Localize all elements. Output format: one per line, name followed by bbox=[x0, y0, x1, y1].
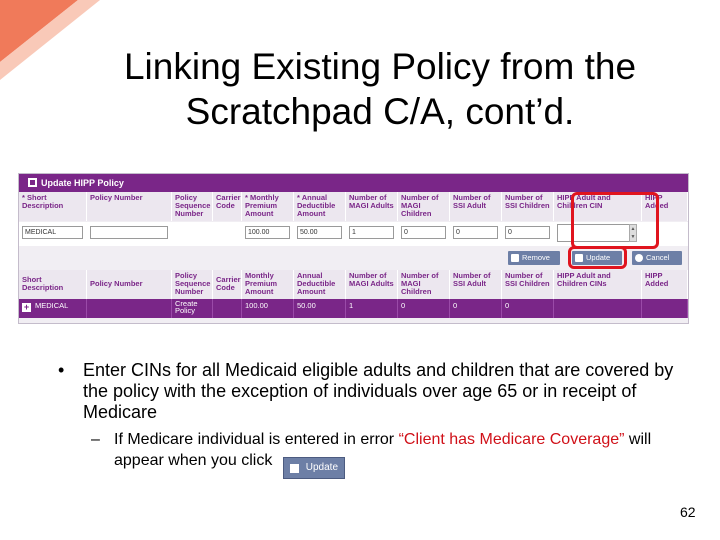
col-header: Carrier Code bbox=[213, 270, 242, 299]
col-header: Policy Number bbox=[87, 270, 172, 299]
hipp-policy-screenshot: Update HIPP Policy * Short Description P… bbox=[18, 173, 689, 324]
col-header: * Annual Deductible Amount bbox=[294, 192, 346, 221]
short-description-input[interactable]: MEDICAL bbox=[22, 226, 83, 239]
col-header: Number of MAGI Children bbox=[398, 270, 450, 299]
medicare-warning-text: “Client has Medicare Coverage” bbox=[398, 431, 625, 448]
row-carrier bbox=[213, 299, 242, 318]
row-magi-children: 0 bbox=[398, 299, 450, 318]
inline-update-button: Update bbox=[282, 457, 345, 479]
col-header: * Short Description bbox=[19, 192, 87, 221]
cancel-icon bbox=[635, 254, 643, 262]
col-header: Annual Deductible Amount bbox=[294, 270, 346, 299]
magi-adults-input[interactable]: 1 bbox=[349, 226, 394, 239]
col-header: Policy Sequence Number bbox=[172, 192, 213, 221]
row-annual-deductible: 50.00 bbox=[294, 299, 346, 318]
col-header: Policy Number bbox=[87, 192, 172, 221]
slide-body: • Enter CINs for all Medicaid eligible a… bbox=[58, 360, 698, 479]
row-short-description: MEDICAL bbox=[35, 301, 69, 310]
row-added bbox=[642, 299, 688, 318]
list-header-row: Short Description Policy Number Policy S… bbox=[19, 270, 688, 299]
cell: 100.00 bbox=[242, 222, 294, 246]
col-header: * Monthly Premium Amount bbox=[242, 192, 294, 221]
bullet-text: Enter CINs for all Medicaid eligible adu… bbox=[83, 360, 674, 422]
cell: + MEDICAL bbox=[19, 299, 87, 318]
col-header: HIPP Added bbox=[642, 270, 688, 299]
remove-icon bbox=[511, 254, 519, 262]
policy-number-input[interactable] bbox=[90, 226, 168, 239]
row-magi-adults: 1 bbox=[346, 299, 398, 318]
col-header: Number of SSI Adult bbox=[450, 192, 502, 221]
page-number: 62 bbox=[680, 504, 696, 520]
row-policy-number bbox=[87, 299, 172, 318]
highlight-update-button bbox=[568, 246, 627, 269]
remove-button[interactable]: Remove bbox=[508, 251, 560, 265]
row-ssi-adult: 0 bbox=[450, 299, 502, 318]
cancel-label: Cancel bbox=[646, 253, 670, 262]
col-header: Monthly Premium Amount bbox=[242, 270, 294, 299]
cell: 0 bbox=[450, 222, 502, 246]
col-header: Number of MAGI Children bbox=[398, 192, 450, 221]
remove-label: Remove bbox=[522, 253, 550, 262]
expand-icon[interactable]: + bbox=[22, 303, 31, 312]
cell: 50.00 bbox=[294, 222, 346, 246]
ssi-adult-input[interactable]: 0 bbox=[453, 226, 498, 239]
ssi-children-input[interactable]: 0 bbox=[505, 226, 550, 239]
col-header: Short Description bbox=[19, 270, 87, 299]
sub-bullet-text-start: If Medicare individual is entered in err… bbox=[114, 431, 399, 448]
panel-header: Update HIPP Policy bbox=[19, 174, 688, 192]
row-cins bbox=[554, 299, 642, 318]
title-line-1: Linking Existing Policy from the bbox=[123, 46, 637, 87]
panel-title: Update HIPP Policy bbox=[41, 178, 124, 188]
magi-children-input[interactable]: 0 bbox=[401, 226, 446, 239]
row-monthly-premium: 100.00 bbox=[242, 299, 294, 318]
cell: 0 bbox=[502, 222, 554, 246]
bullet-item: • Enter CINs for all Medicaid eligible a… bbox=[58, 360, 698, 423]
col-header: Number of MAGI Adults bbox=[346, 270, 398, 299]
highlight-cin-column bbox=[571, 192, 659, 249]
cell: 0 bbox=[398, 222, 450, 246]
cell bbox=[213, 222, 242, 246]
bullet-marker: • bbox=[58, 360, 65, 380]
col-header: Number of SSI Children bbox=[502, 270, 554, 299]
create-policy-link[interactable]: Create Policy bbox=[172, 299, 213, 318]
col-header: Policy Sequence Number bbox=[172, 270, 213, 299]
cancel-button[interactable]: Cancel bbox=[632, 251, 682, 265]
update-icon bbox=[289, 464, 299, 473]
col-header: Number of SSI Children bbox=[502, 192, 554, 221]
sub-bullet-item: – If Medicare individual is entered in e… bbox=[58, 429, 698, 479]
monthly-premium-input[interactable]: 100.00 bbox=[245, 226, 290, 239]
row-ssi-children: 0 bbox=[502, 299, 554, 318]
annual-deductible-input[interactable]: 50.00 bbox=[297, 226, 342, 239]
cell bbox=[87, 222, 172, 246]
sub-bullet-marker: – bbox=[91, 431, 100, 448]
col-header: Number of MAGI Adults bbox=[346, 192, 398, 221]
collapse-icon[interactable] bbox=[28, 178, 37, 187]
col-header: HIPP Adult and Children CINs bbox=[554, 270, 642, 299]
slide-title: Linking Existing Policy from the Scratch… bbox=[60, 44, 700, 134]
col-header: Carrier Code bbox=[213, 192, 242, 221]
cell: 1 bbox=[346, 222, 398, 246]
inline-update-label: Update bbox=[305, 462, 339, 473]
table-row[interactable]: + MEDICAL Create Policy 100.00 50.00 1 0… bbox=[19, 299, 688, 318]
col-header: Number of SSI Adult bbox=[450, 270, 502, 299]
title-line-2: Scratchpad C/A, cont’d. bbox=[185, 91, 575, 132]
cell: MEDICAL bbox=[19, 222, 87, 246]
cell bbox=[172, 222, 213, 246]
